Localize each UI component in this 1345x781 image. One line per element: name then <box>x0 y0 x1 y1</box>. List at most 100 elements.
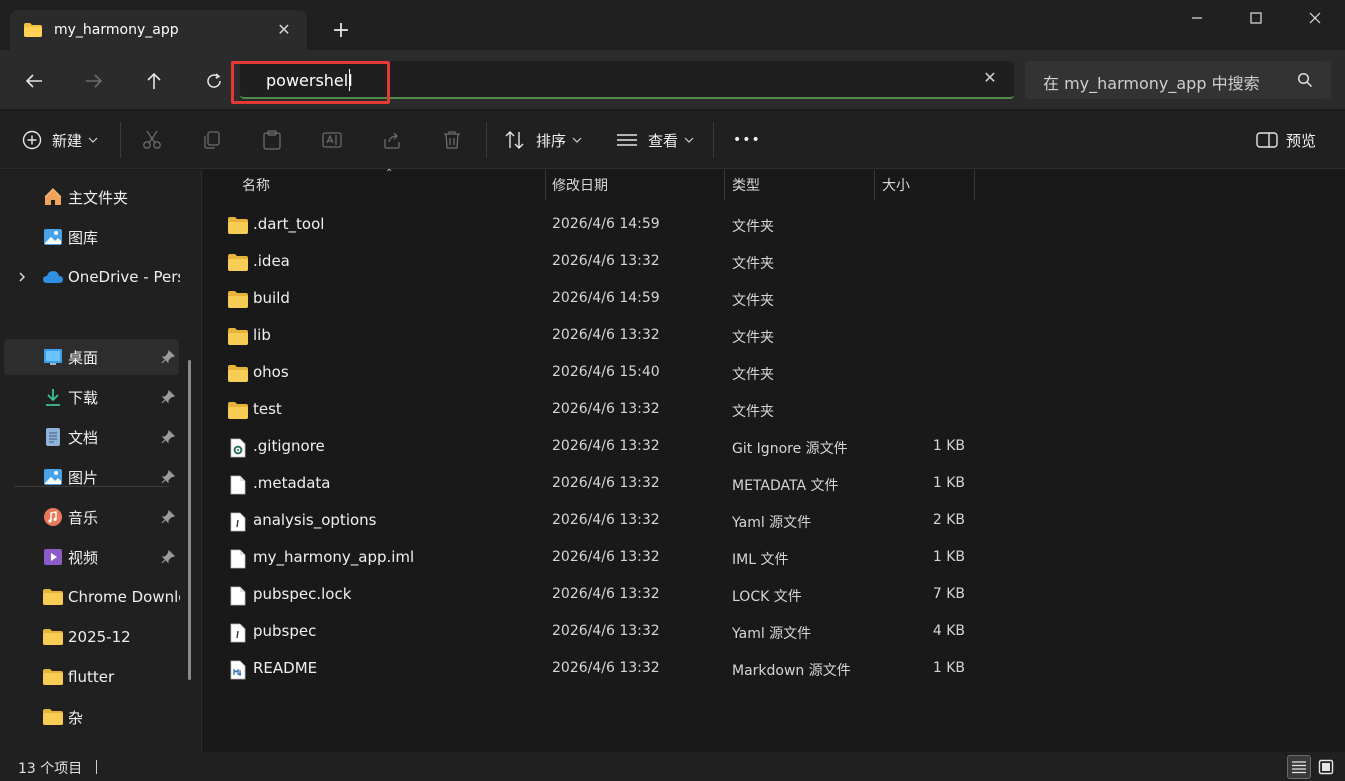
more-icon: ••• <box>733 132 761 148</box>
markdown-file-icon <box>230 660 246 680</box>
details-view-button[interactable] <box>1287 755 1311 779</box>
sidebar-item-pictures[interactable]: 图片 <box>4 459 179 495</box>
file-row[interactable]: my_harmony_app.iml 2026/4/6 13:32 IML 文件 1 … <box>221 540 981 577</box>
sidebar-item-flutter[interactable]: flutter <box>4 659 179 695</box>
folder-icon <box>24 23 42 37</box>
chevron-right-icon[interactable] <box>17 272 27 282</box>
sidebar-item-2025-12[interactable]: 2025-12 <box>4 619 179 655</box>
rename-button[interactable] <box>321 124 343 156</box>
copy-button[interactable] <box>201 124 223 156</box>
file-size: 1 KB <box>932 549 965 565</box>
new-button[interactable]: 新建 <box>22 124 98 156</box>
sidebar-item-downloads[interactable]: 下载 <box>4 379 179 415</box>
up-button[interactable] <box>138 65 170 97</box>
clear-address-icon[interactable]: ✕ <box>982 70 998 86</box>
details-view-icon <box>1292 761 1306 774</box>
sidebar-item-home[interactable]: 主文件夹 <box>4 179 179 215</box>
pin-icon[interactable] <box>161 550 175 564</box>
file-date: 2026/4/6 13:32 <box>552 660 660 676</box>
file-row[interactable]: test 2026/4/6 13:32 文件夹 <box>221 392 981 429</box>
sort-button[interactable]: 排序 <box>504 124 582 156</box>
column-divider[interactable] <box>724 170 725 200</box>
sidebar-item-chrome-downloads[interactable]: Chrome Downloads <box>4 579 180 615</box>
folder-icon <box>228 402 248 419</box>
file-name: test <box>253 400 282 418</box>
file-name: .metadata <box>253 474 331 492</box>
column-header-date[interactable]: 修改日期 <box>552 170 608 200</box>
maximize-button[interactable] <box>1236 4 1276 32</box>
address-input[interactable] <box>266 69 966 91</box>
plus-circle-icon <box>22 130 42 150</box>
maximize-icon <box>1250 12 1262 24</box>
refresh-button[interactable] <box>198 65 230 97</box>
arrow-left-icon <box>25 74 42 88</box>
sort-label: 排序 <box>536 131 567 150</box>
file-type: 文件夹 <box>732 293 774 309</box>
sidebar-item-label: flutter <box>68 668 115 686</box>
pin-icon[interactable] <box>161 350 175 364</box>
refresh-icon <box>207 73 221 88</box>
close-window-button[interactable] <box>1295 4 1335 32</box>
file-row[interactable]: pubspec.lock 2026/4/6 13:32 LOCK 文件 7 KB <box>221 577 981 614</box>
file-name: README <box>253 659 318 677</box>
file-row[interactable]: ohos 2026/4/6 15:40 文件夹 <box>221 355 981 392</box>
file-row[interactable]: .gitignore 2026/4/6 13:32 Git Ignore 源文件 1 … <box>221 429 981 466</box>
file-icon <box>230 549 246 569</box>
sidebar-item-onedrive[interactable]: OneDrive - Personal <box>4 259 180 295</box>
more-options-button[interactable]: ••• <box>733 124 761 156</box>
sidebar-item-misc[interactable]: 杂 <box>4 699 179 735</box>
yaml-file-icon <box>230 623 246 643</box>
sidebar-scrollbar[interactable] <box>188 360 191 680</box>
address-bar[interactable]: ✕ <box>240 61 1014 99</box>
search-box[interactable]: 在 my_harmony_app 中搜索 <box>1025 61 1331 99</box>
minimize-button[interactable] <box>1177 4 1217 32</box>
folder-icon <box>42 586 64 608</box>
tab-active[interactable]: my_harmony_app ✕ <box>10 10 307 50</box>
toolbar-divider <box>713 122 714 158</box>
file-row[interactable]: README 2026/4/6 13:32 Markdown 源文件 1 KB <box>221 651 981 688</box>
back-button[interactable] <box>18 65 50 97</box>
file-row[interactable]: analysis_options 2026/4/6 13:32 Yaml 源文件 2 … <box>221 503 981 540</box>
file-row[interactable]: pubspec 2026/4/6 13:32 Yaml 源文件 4 KB <box>221 614 981 651</box>
file-type: Yaml 源文件 <box>732 515 812 531</box>
cut-button[interactable] <box>141 124 163 156</box>
column-divider[interactable] <box>545 170 546 200</box>
share-icon <box>384 132 400 149</box>
search-icon <box>1297 72 1313 88</box>
file-row[interactable]: lib 2026/4/6 13:32 文件夹 <box>221 318 981 355</box>
file-row[interactable]: .dart_tool 2026/4/6 14:59 文件夹 <box>221 207 981 244</box>
sidebar-item-gallery[interactable]: 图库 <box>4 219 179 255</box>
share-button[interactable] <box>381 124 403 156</box>
delete-button[interactable] <box>441 124 463 156</box>
pin-icon[interactable] <box>161 470 175 484</box>
file-row[interactable]: .metadata 2026/4/6 13:32 METADATA 文件 1 KB <box>221 466 981 503</box>
file-date: 2026/4/6 14:59 <box>552 216 660 232</box>
file-type: Yaml 源文件 <box>732 626 812 642</box>
column-divider[interactable] <box>974 170 975 200</box>
pin-icon[interactable] <box>161 390 175 404</box>
status-bar: 13 个项目 <box>0 752 1345 781</box>
pin-icon[interactable] <box>161 510 175 524</box>
paste-button[interactable] <box>261 124 283 156</box>
forward-button[interactable] <box>78 65 110 97</box>
file-row[interactable]: build 2026/4/6 14:59 文件夹 <box>221 281 981 318</box>
column-header-type[interactable]: 类型 <box>732 170 760 200</box>
sidebar-item-videos[interactable]: 视频 <box>4 539 179 575</box>
sidebar-item-documents[interactable]: 文档 <box>4 419 179 455</box>
new-tab-button[interactable]: + <box>328 18 354 44</box>
column-header-size[interactable]: 大小 <box>882 170 910 200</box>
sidebar-item-desktop[interactable]: 桌面 <box>4 339 179 375</box>
sidebar-item-music[interactable]: 音乐 <box>4 499 179 535</box>
column-header-name[interactable]: 名称 <box>242 170 270 200</box>
file-row[interactable]: .idea 2026/4/6 13:32 文件夹 <box>221 244 981 281</box>
pin-icon[interactable] <box>161 430 175 444</box>
file-date: 2026/4/6 13:32 <box>552 327 660 343</box>
tab-close-icon[interactable]: ✕ <box>275 21 293 39</box>
column-divider[interactable] <box>874 170 875 200</box>
search-placeholder[interactable]: 在 my_harmony_app 中搜索 <box>1043 70 1260 94</box>
file-icon <box>230 586 246 606</box>
tiles-view-button[interactable] <box>1314 755 1338 779</box>
column-header-label: 大小 <box>882 178 910 194</box>
view-button[interactable]: 查看 <box>616 124 694 156</box>
preview-pane-button[interactable]: 预览 <box>1256 124 1316 156</box>
